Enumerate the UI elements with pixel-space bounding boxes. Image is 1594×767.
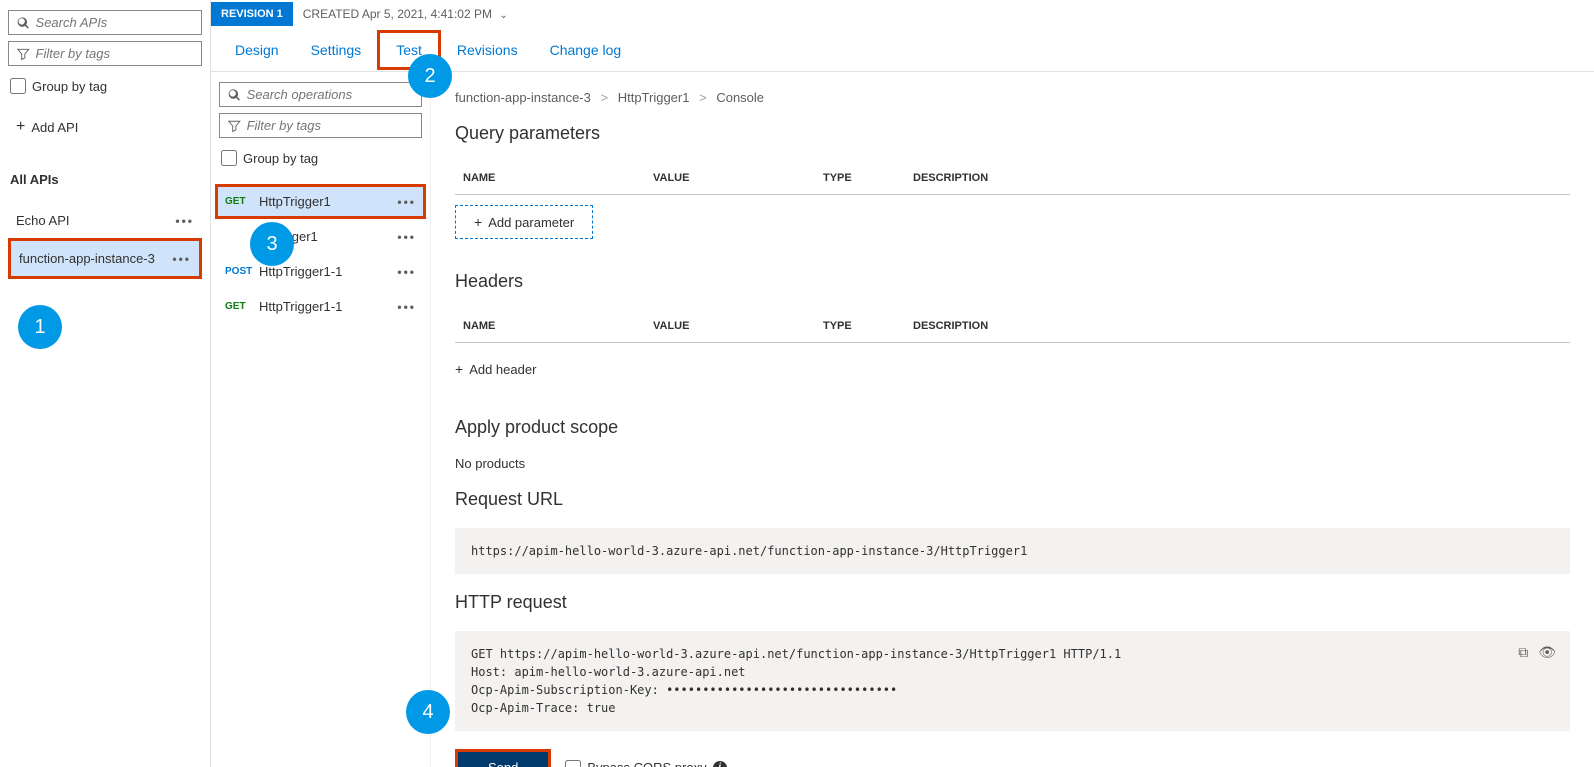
request-url-block: https://apim-hello-world-3.azure-api.net… [455, 528, 1570, 574]
eye-icon[interactable]: 👁 [1538, 643, 1556, 664]
tab-settings[interactable]: Settings [295, 30, 378, 70]
ellipsis-icon[interactable]: ••• [172, 252, 191, 266]
detail-panel: function-app-instance-3 > HttpTrigger1 >… [431, 72, 1594, 767]
operations-panel: Group by tag GET HttpTrigger1 ••• P tpTr… [211, 72, 431, 767]
plus-icon: + [16, 118, 25, 136]
api-item-echo[interactable]: Echo API ••• [8, 203, 202, 238]
ops-group-by-tag-checkbox[interactable] [221, 150, 237, 166]
group-by-tag-row[interactable]: Group by tag [8, 74, 202, 98]
method-badge: GET [225, 196, 259, 207]
operation-item[interactable]: POST HttpTrigger1-1 ••• [215, 254, 426, 289]
ellipsis-icon[interactable]: ••• [397, 300, 416, 314]
copy-icon[interactable]: ⧉ [1518, 643, 1528, 664]
send-row: Send Bypass CORS proxy i [455, 749, 1570, 767]
api-item-function-app[interactable]: function-app-instance-3 ••• [8, 238, 202, 279]
ops-filter-box[interactable] [219, 113, 422, 138]
search-ops-box[interactable] [219, 82, 422, 107]
bypass-cors-checkbox[interactable] [565, 760, 581, 767]
search-apis-box[interactable] [8, 10, 202, 35]
add-header-button[interactable]: + Add header [455, 353, 536, 385]
main-panel: REVISION 1 CREATED Apr 5, 2021, 4:41:02 … [211, 0, 1594, 767]
tab-design[interactable]: Design [219, 30, 295, 70]
filter-tags-box[interactable] [8, 41, 202, 66]
group-by-tag-label: Group by tag [32, 79, 107, 94]
all-apis-heading[interactable]: All APIs [8, 166, 202, 193]
filter-icon [228, 119, 241, 133]
api-sidebar: Group by tag + Add API All APIs Echo API… [0, 0, 211, 767]
group-by-tag-checkbox[interactable] [10, 78, 26, 94]
callout-2: 2 [408, 54, 452, 98]
revision-badge[interactable]: REVISION 1 [211, 2, 293, 26]
method-badge: POST [225, 266, 259, 277]
operation-item[interactable]: GET HttpTrigger1-1 ••• [215, 289, 426, 324]
request-url-title: Request URL [455, 489, 1570, 510]
ellipsis-icon[interactable]: ••• [175, 214, 194, 228]
search-icon [17, 16, 30, 30]
search-icon [228, 88, 241, 102]
http-request-block: GET https://apim-hello-world-3.azure-api… [455, 631, 1570, 731]
info-icon[interactable]: i [713, 761, 727, 767]
plus-icon: + [455, 361, 463, 377]
chevron-down-icon: ⌄ [499, 10, 507, 21]
send-button[interactable]: Send [455, 749, 551, 767]
ops-group-by-tag[interactable]: Group by tag [219, 146, 426, 170]
http-request-title: HTTP request [455, 592, 1570, 613]
operation-item[interactable]: P tpTrigger1 ••• [215, 219, 426, 254]
ellipsis-icon[interactable]: ••• [397, 230, 416, 244]
revision-created[interactable]: CREATED Apr 5, 2021, 4:41:02 PM ⌄ [293, 7, 508, 21]
search-ops-input[interactable] [247, 87, 413, 102]
headers-title: Headers [455, 271, 1570, 292]
ops-filter-input[interactable] [247, 118, 413, 133]
bypass-cors-row[interactable]: Bypass CORS proxy i [565, 760, 726, 767]
add-parameter-button[interactable]: + Add parameter [455, 205, 593, 239]
filter-tags-input[interactable] [36, 46, 193, 61]
apply-scope-title: Apply product scope [455, 417, 1570, 438]
operation-item[interactable]: GET HttpTrigger1 ••• [215, 184, 426, 219]
breadcrumb: function-app-instance-3 > HttpTrigger1 >… [455, 90, 1570, 105]
filter-icon [17, 47, 30, 61]
query-parameters-title: Query parameters [455, 123, 1570, 144]
ellipsis-icon[interactable]: ••• [397, 265, 416, 279]
method-badge: GET [225, 301, 259, 312]
plus-icon: + [474, 214, 482, 230]
tab-changelog[interactable]: Change log [534, 30, 638, 70]
callout-4: 4 [406, 690, 450, 734]
revision-bar: REVISION 1 CREATED Apr 5, 2021, 4:41:02 … [211, 0, 1594, 28]
search-apis-input[interactable] [36, 15, 193, 30]
params-table-header: NAME VALUE TYPE DESCRIPTION [455, 162, 1570, 195]
ellipsis-icon[interactable]: ••• [397, 195, 416, 209]
headers-table-header: NAME VALUE TYPE DESCRIPTION [455, 310, 1570, 343]
callout-3: 3 [250, 222, 294, 266]
no-products-text: No products [455, 456, 1570, 471]
callout-1: 1 [18, 305, 62, 349]
add-api-button[interactable]: + Add API [8, 112, 202, 142]
tab-revisions[interactable]: Revisions [441, 30, 534, 70]
